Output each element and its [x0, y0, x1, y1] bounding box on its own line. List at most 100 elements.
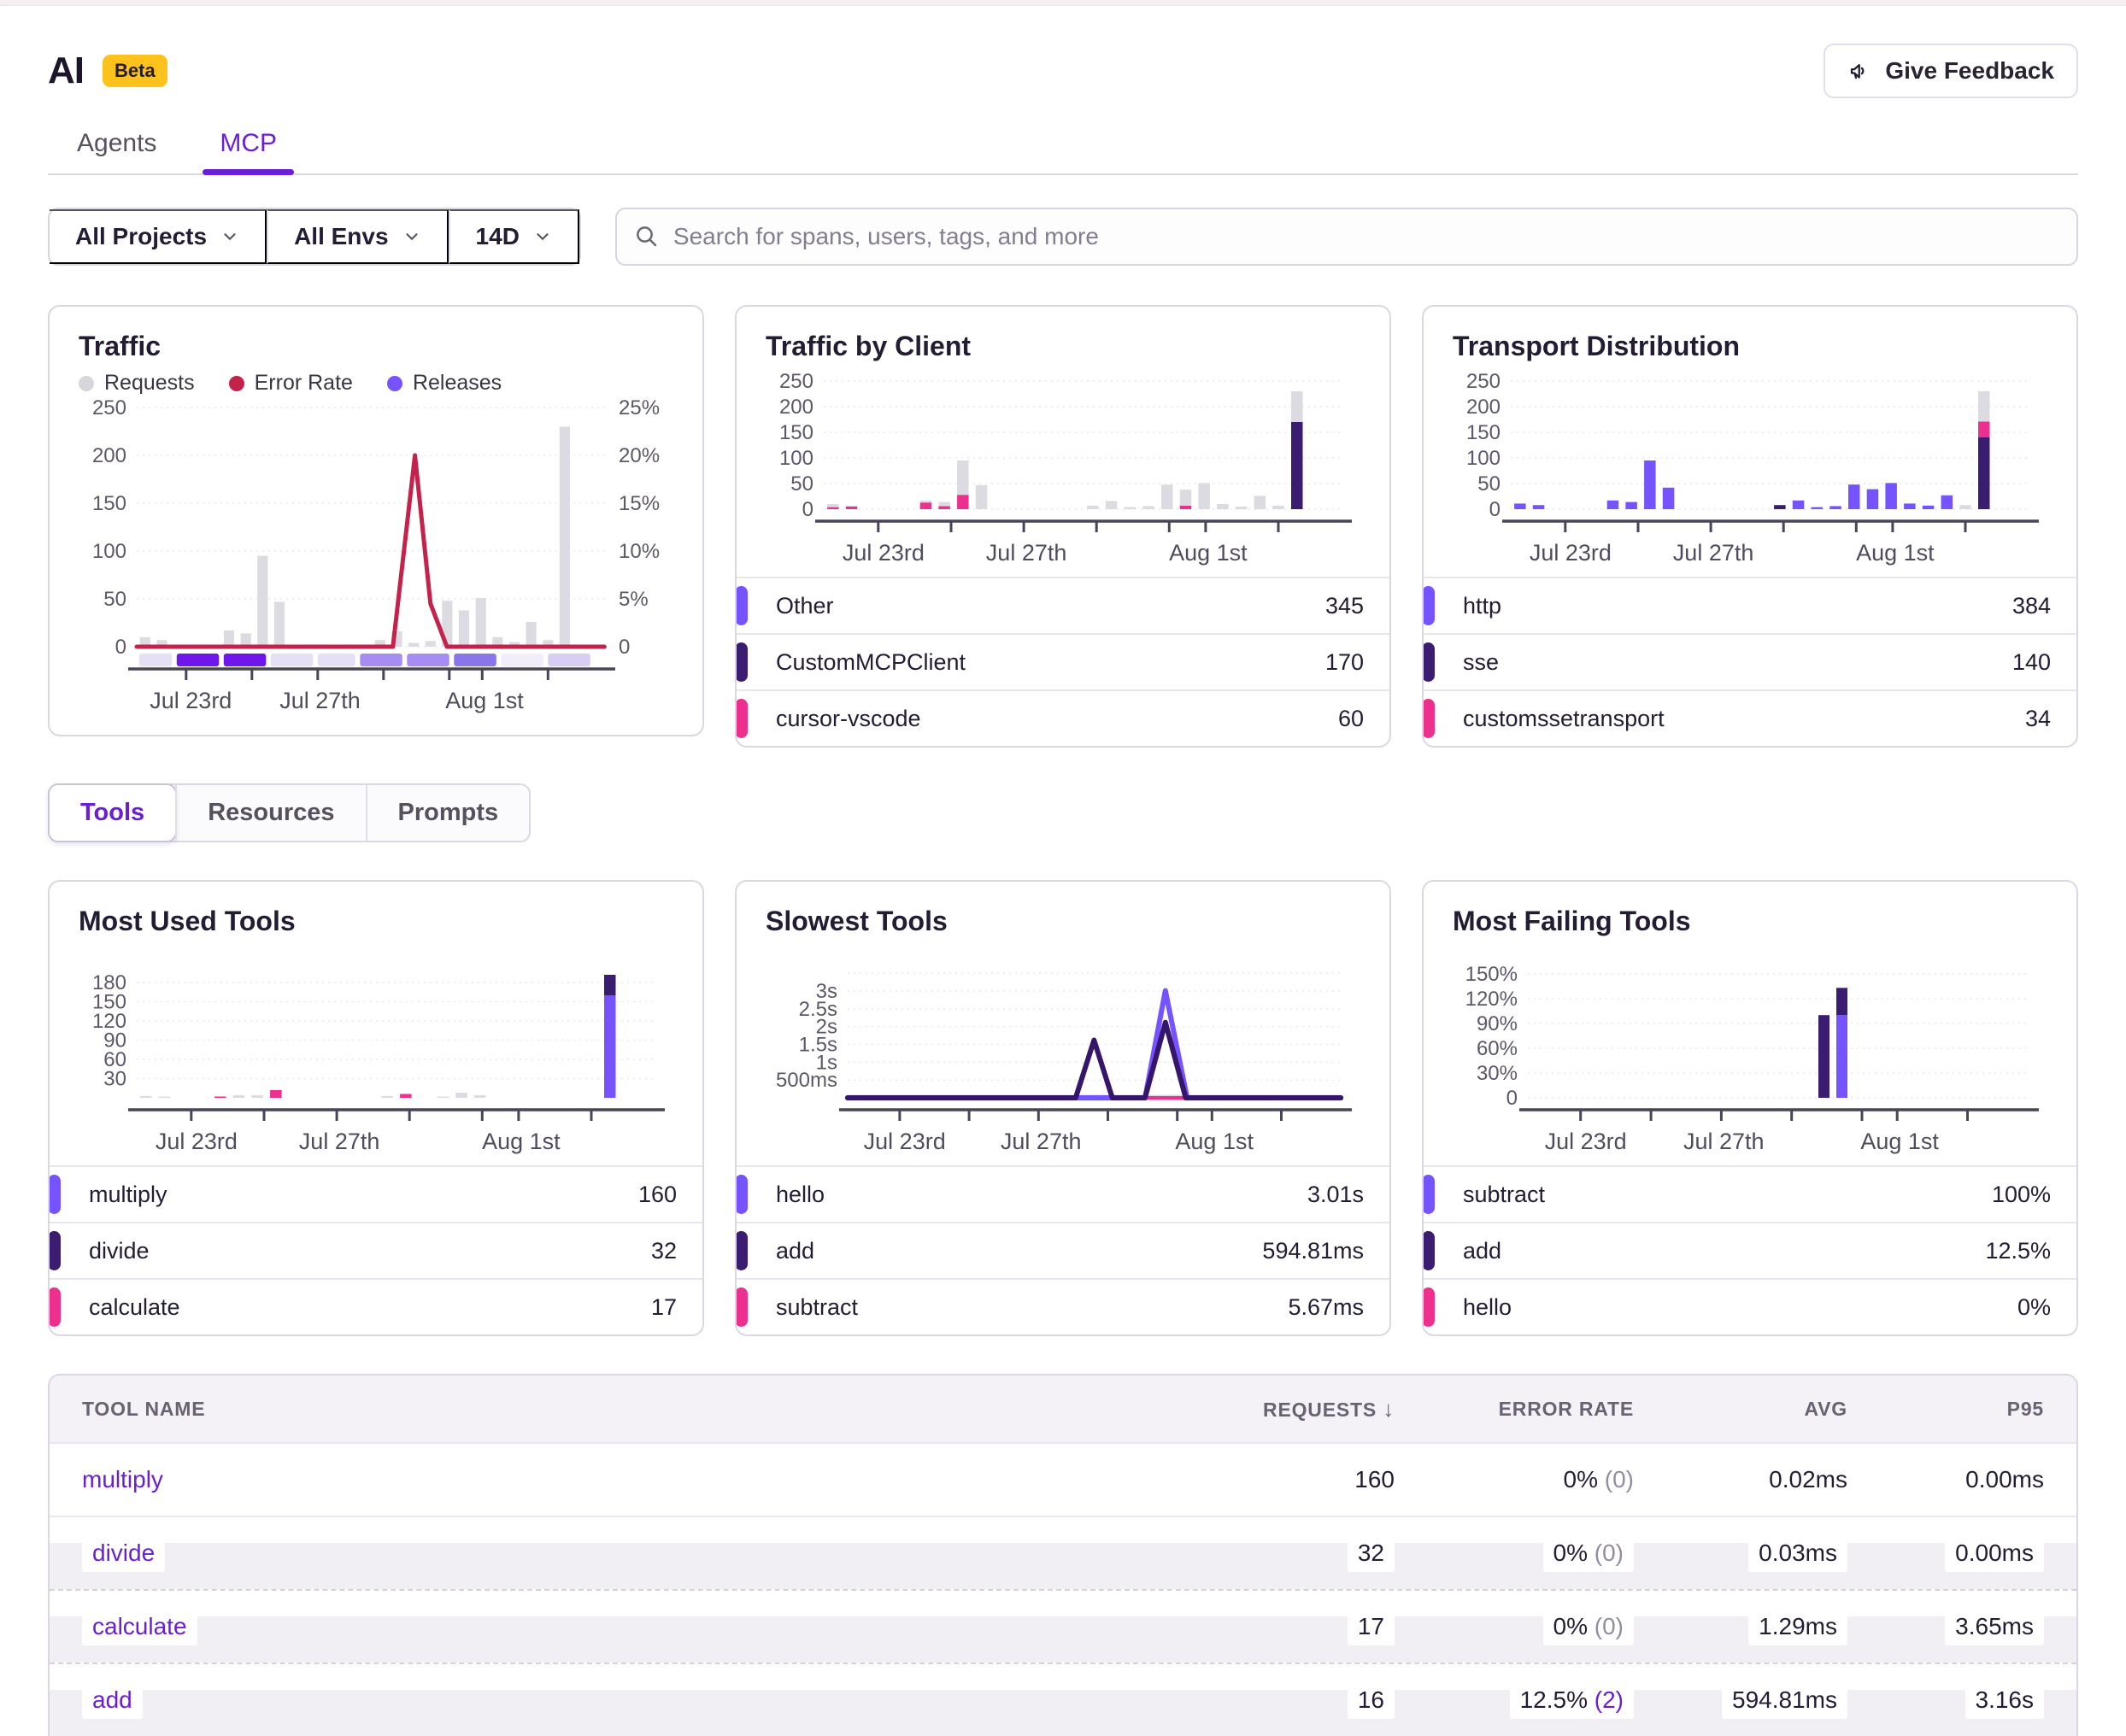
svg-text:Aug 1st: Aug 1st	[445, 688, 524, 713]
legend-value: 5.67ms	[1288, 1294, 1364, 1321]
legend-value: 17	[651, 1294, 677, 1321]
svg-text:100: 100	[1466, 447, 1501, 470]
legend-item[interactable]: sse 140	[1424, 633, 2076, 689]
svg-text:150: 150	[779, 421, 813, 444]
traffic-chart-canvas[interactable]: 25020015010050025%20%15%10%5%0Jul 23rdJu…	[79, 397, 673, 719]
svg-text:Jul 23rd: Jul 23rd	[1545, 1129, 1627, 1154]
chevron-down-icon	[220, 227, 239, 246]
requests-value: 160	[1354, 1466, 1395, 1493]
svg-text:0: 0	[1489, 498, 1501, 521]
legend-item[interactable]: CustomMCPClient 170	[737, 633, 1389, 689]
svg-text:20%: 20%	[619, 444, 660, 467]
search-icon	[634, 224, 660, 249]
legend-item[interactable]: divide 32	[50, 1222, 702, 1278]
svg-text:30%: 30%	[1477, 1062, 1518, 1085]
legend-dot	[229, 376, 244, 391]
legend-value: 384	[2012, 593, 2051, 619]
beta-badge: Beta	[103, 55, 167, 87]
svg-text:Jul 27th: Jul 27th	[1683, 1129, 1765, 1154]
svg-text:250: 250	[92, 397, 126, 419]
svg-text:Jul 23rd: Jul 23rd	[150, 688, 232, 713]
chevron-down-icon	[533, 227, 552, 246]
traffic-by-client-card: Traffic by Client 250200150100500Jul 23r…	[735, 305, 1391, 748]
legend-value: 34	[2025, 706, 2051, 732]
traffic-by-client-chart-canvas[interactable]: 250200150100500Jul 23rdJul 27thAug 1st	[766, 371, 1360, 572]
tab-resources[interactable]: Resources	[175, 785, 365, 841]
tab-agents[interactable]: Agents	[77, 124, 156, 173]
legend-item[interactable]: add 594.81ms	[737, 1222, 1389, 1278]
svg-text:Jul 23rd: Jul 23rd	[843, 540, 925, 566]
legend-item-requests[interactable]: Requests	[79, 371, 195, 396]
svg-text:Jul 27th: Jul 27th	[299, 1129, 380, 1154]
legend-color-pill	[735, 1231, 748, 1270]
chart-legend: Other 345 CustomMCPClient 170 cursor-vsc…	[737, 577, 1389, 746]
chart-title: Transport Distribution	[1453, 331, 2047, 362]
legend-value: 140	[2012, 649, 2051, 676]
transport-chart-canvas[interactable]: 250200150100500Jul 23rdJul 27thAug 1st	[1453, 371, 2047, 572]
tool-link[interactable]: add	[82, 1681, 143, 1719]
column-header-requests[interactable]: REQUESTS ↓	[1181, 1396, 1395, 1422]
table-header-row: TOOL NAME REQUESTS ↓ ERROR RATE AVG P95	[50, 1375, 2076, 1442]
tool-link[interactable]: divide	[82, 1534, 165, 1572]
give-feedback-button[interactable]: Give Feedback	[1824, 44, 2078, 98]
error-rate-value: 0% (0)	[1564, 1466, 1634, 1493]
svg-text:Aug 1st: Aug 1st	[1175, 1129, 1254, 1154]
svg-text:Jul 23rd: Jul 23rd	[156, 1129, 238, 1154]
legend-item[interactable]: cursor-vscode 60	[737, 689, 1389, 746]
svg-text:120%: 120%	[1465, 988, 1518, 1011]
legend-item[interactable]: hello 3.01s	[737, 1165, 1389, 1222]
legend-item[interactable]: customssetransport 34	[1424, 689, 2076, 746]
svg-text:25%: 25%	[619, 397, 660, 419]
column-header-tool-name[interactable]: TOOL NAME	[82, 1398, 1181, 1421]
daterange-filter[interactable]: 14D	[449, 209, 579, 264]
legend-value: 594.81ms	[1262, 1238, 1364, 1264]
avg-value: 594.81ms	[1722, 1681, 1847, 1719]
legend-dot	[79, 376, 94, 391]
column-header-error-rate[interactable]: ERROR RATE	[1395, 1398, 1634, 1421]
page-title: AI	[48, 50, 84, 92]
tab-mcp[interactable]: MCP	[220, 124, 277, 173]
svg-text:100: 100	[92, 540, 126, 563]
slowest-chart-canvas[interactable]: 3s2.5s2s1.5s1s500msJul 23rdJul 27thAug 1…	[766, 959, 1360, 1160]
legend-item[interactable]: http 384	[1424, 577, 2076, 633]
legend-item[interactable]: Other 345	[737, 577, 1389, 633]
legend-item-releases[interactable]: Releases	[387, 371, 502, 396]
requests-value: 32	[1348, 1534, 1395, 1572]
svg-text:Jul 27th: Jul 27th	[1673, 540, 1754, 566]
svg-text:15%: 15%	[619, 492, 660, 515]
legend-item[interactable]: subtract 5.67ms	[737, 1278, 1389, 1334]
env-filter[interactable]: All Envs	[267, 209, 448, 264]
tab-prompts[interactable]: Prompts	[366, 785, 530, 841]
p95-value: 3.65ms	[1945, 1608, 2044, 1645]
legend-item[interactable]: subtract 100%	[1424, 1165, 2076, 1222]
most-failing-chart-canvas[interactable]: 150%120%90%60%30%0Jul 23rdJul 27thAug 1s…	[1453, 959, 2047, 1160]
legend-item-error-rate[interactable]: Error Rate	[229, 371, 353, 396]
legend-item[interactable]: multiply 160	[50, 1165, 702, 1222]
most-used-tools-card: Most Used Tools 180150120906030Jul 23rdJ…	[48, 880, 704, 1336]
svg-text:Jul 23rd: Jul 23rd	[864, 1129, 946, 1154]
table-row: add 16 12.5% (2) 594.81ms 3.16s	[50, 1663, 2076, 1736]
legend-color-pill	[735, 1175, 748, 1214]
main-nav-tabs: Agents MCP	[48, 124, 2078, 175]
svg-text:150: 150	[92, 492, 126, 515]
transport-distribution-card: Transport Distribution 250200150100500Ju…	[1422, 305, 2078, 748]
legend-color-pill	[1422, 1287, 1435, 1327]
legend-item[interactable]: calculate 17	[50, 1278, 702, 1334]
error-rate-value: 12.5% (2)	[1510, 1681, 1634, 1719]
project-filter[interactable]: All Projects	[50, 209, 267, 264]
column-header-avg[interactable]: AVG	[1634, 1398, 1847, 1421]
svg-text:200: 200	[779, 396, 813, 419]
error-rate-value: 0% (0)	[1543, 1534, 1634, 1572]
svg-text:5%: 5%	[619, 588, 649, 611]
tab-tools[interactable]: Tools	[48, 783, 177, 842]
legend-item[interactable]: hello 0%	[1424, 1278, 2076, 1334]
tool-link[interactable]: calculate	[82, 1608, 197, 1645]
legend-value: 160	[638, 1182, 677, 1208]
most-used-chart-canvas[interactable]: 180150120906030Jul 23rdJul 27thAug 1st	[79, 959, 673, 1160]
legend-color-pill	[735, 642, 748, 682]
column-header-p95[interactable]: P95	[1847, 1398, 2044, 1421]
tool-link[interactable]: multiply	[82, 1466, 163, 1493]
search-input[interactable]	[615, 208, 2078, 266]
top-strip	[0, 0, 2126, 6]
legend-item[interactable]: add 12.5%	[1424, 1222, 2076, 1278]
